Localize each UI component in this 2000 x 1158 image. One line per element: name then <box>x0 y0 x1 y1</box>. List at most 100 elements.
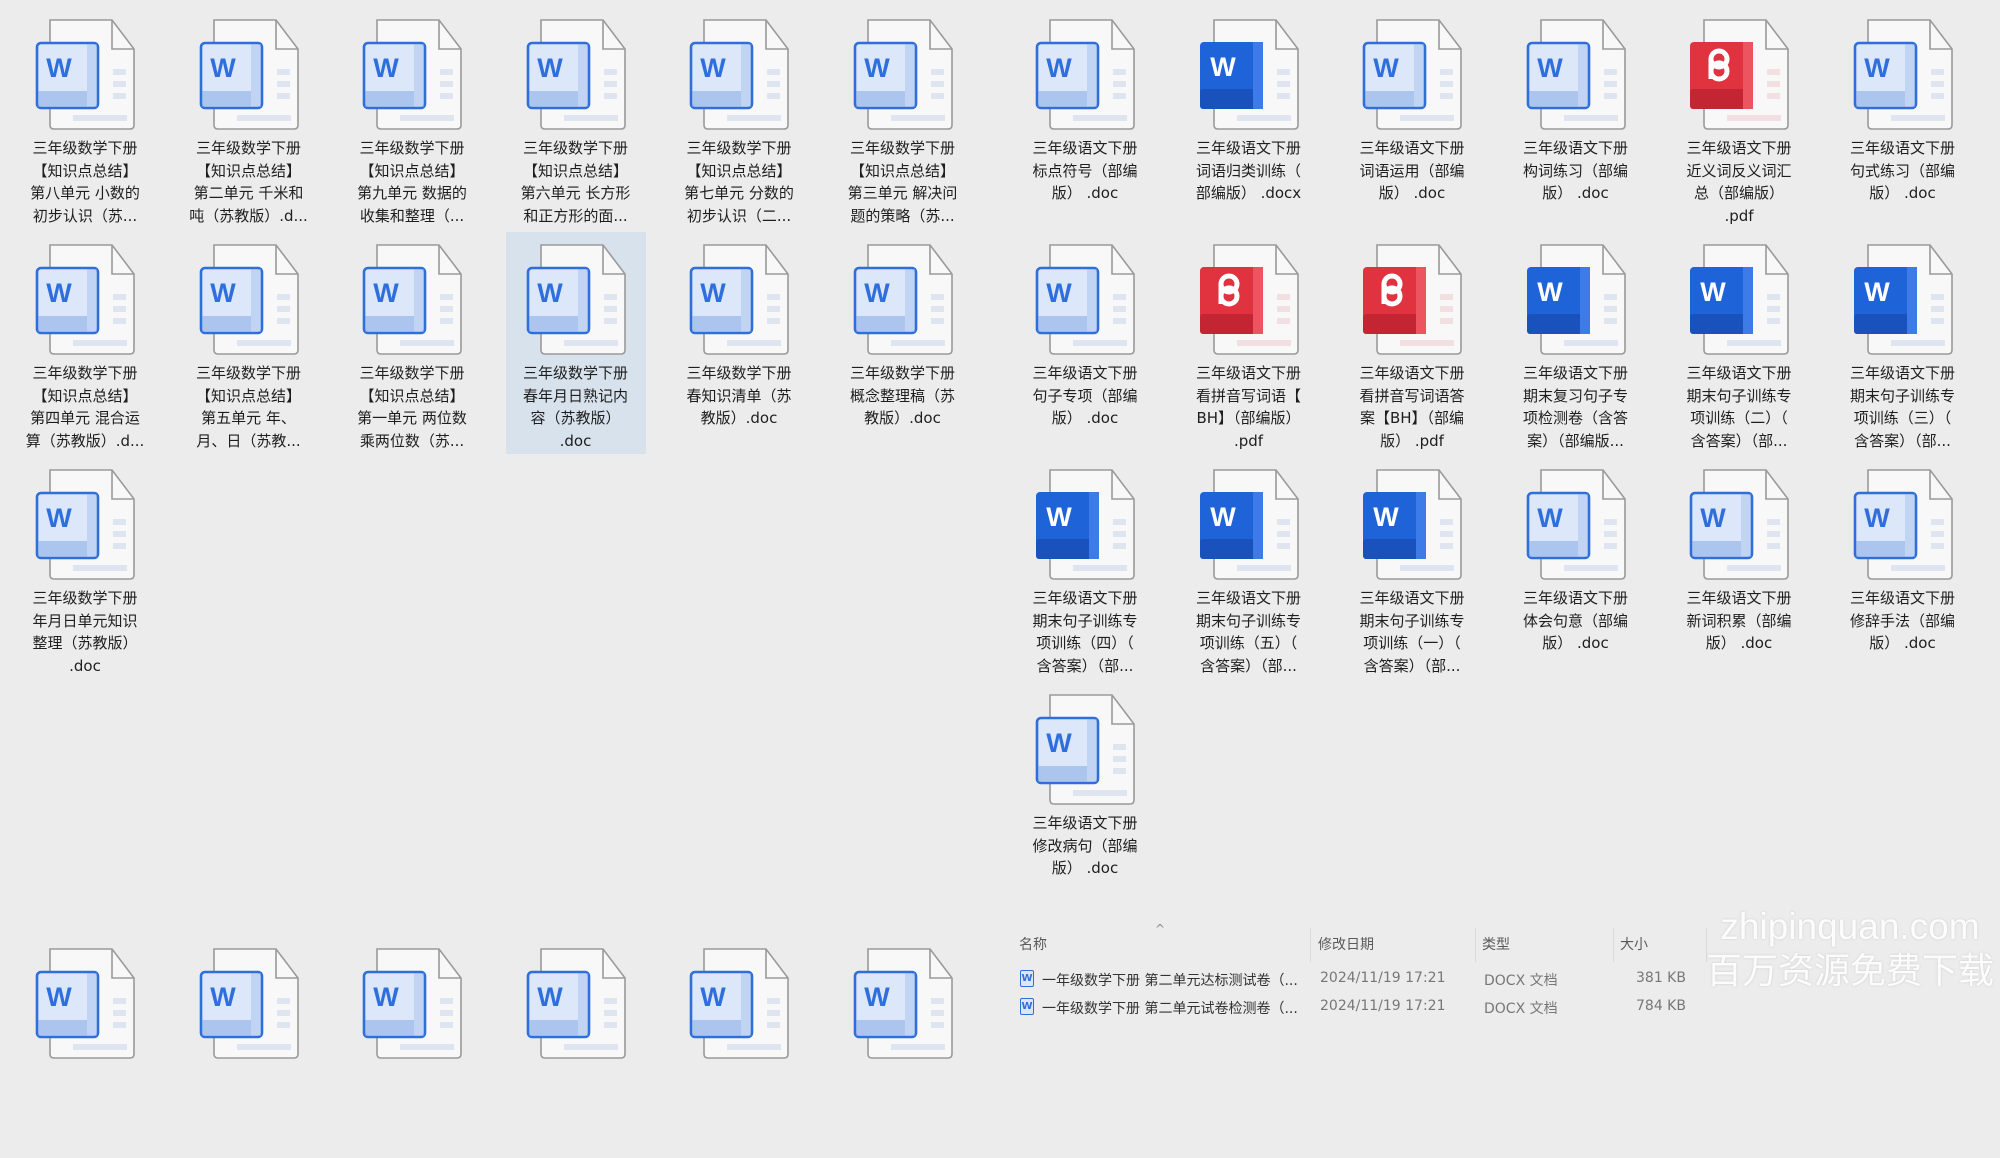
file-item[interactable]: W 三年级数学下册 【知识点总结】 第七单元 分数的 初步认识（二... <box>669 7 809 229</box>
file-item[interactable]: W 三年级数学下册 【知识点总结】 第六单元 长方形 和正方形的面... <box>506 7 646 229</box>
file-name: 三年级语文下册 句子专项（部编 版） .doc <box>1015 362 1155 430</box>
file-item[interactable]: W 三年级数学下册 【知识点总结】 第二单元 千米和 吨（苏教版）.d... <box>179 7 319 229</box>
svg-text:W: W <box>210 982 236 1012</box>
file-item[interactable]: W 三年级语文下册 期末句子训练专 项训练（四）（ 含答案）（部... <box>1015 457 1155 679</box>
file-name-line: 版） .doc <box>1051 859 1119 877</box>
details-row[interactable]: W 一年级数学下册 第二单元达标测试卷（... 2024/11/19 17:21 DO… <box>1008 966 1708 992</box>
file-item[interactable]: W 三年级数学下册 【知识点总结】 第四单元 混合运 算（苏教版）.d... <box>15 232 155 454</box>
file-name-line: 三年级数学下册 <box>686 139 792 157</box>
file-item[interactable]: W 三年级数学下册 【知识点总结】 第八单元 小数的 初步认识（苏... <box>15 7 155 229</box>
file-name-line: 三年级语文下册 <box>1522 589 1628 607</box>
svg-text:W: W <box>1864 503 1890 533</box>
file-item[interactable]: W <box>15 936 155 1158</box>
file-item[interactable]: W 三年级数学下册 概念整理稿（苏 教版）.doc <box>833 232 973 454</box>
column-header-type[interactable]: 类型 <box>1482 934 1510 954</box>
file-name-line: 第五单元 年、 <box>201 409 296 427</box>
column-header-date[interactable]: 修改日期 <box>1318 934 1374 954</box>
file-name: 三年级数学下册 【知识点总结】 第九单元 数据的 收集和整理（... <box>342 137 482 227</box>
details-row[interactable]: W 一年级数学下册 第二单元试卷检测卷（... 2024/11/19 17:21 DO… <box>1008 994 1708 1020</box>
file-item[interactable]: W 三年级语文下册 新词积累（部编 版） .doc <box>1669 457 1809 679</box>
file-name-line: 【知识点总结】 <box>32 161 138 180</box>
file-name-line: 三年级语文下册 <box>1032 364 1138 382</box>
file-name: 三年级语文下册 看拼音写词语【 BH】（部编版） .pdf <box>1179 362 1319 452</box>
file-item[interactable]: W 三年级语文下册 修辞手法（部编 版） .doc <box>1833 457 1973 679</box>
file-item[interactable]: W 三年级语文下册 期末句子训练专 项训练（二）（ 含答案）（部... <box>1669 232 1809 454</box>
file-item[interactable]: W <box>179 936 319 1158</box>
file-name-line: 教版）.doc <box>864 409 941 427</box>
file-name-line: 版） .doc <box>1051 409 1119 427</box>
file-item[interactable]: W <box>833 936 973 1158</box>
column-header-name[interactable]: 名称 <box>1019 934 1047 954</box>
file-item[interactable]: W 三年级语文下册 期末句子训练专 项训练（一）（ 含答案）（部... <box>1342 457 1482 679</box>
file-item[interactable]: W <box>506 936 646 1158</box>
file-name: 三年级数学下册 【知识点总结】 第八单元 小数的 初步认识（苏... <box>15 137 155 227</box>
file-name-line: 第七单元 分数的 <box>684 184 794 202</box>
file-name: 三年级数学下册 年月日单元知识 整理（苏教版） .doc <box>15 587 155 677</box>
column-header-size[interactable]: 大小 <box>1620 934 1648 954</box>
column-divider[interactable] <box>1475 928 1476 962</box>
file-name-line: 部编版） .docx <box>1195 184 1302 202</box>
file-name: 三年级数学下册 【知识点总结】 第五单元 年、 月、日（苏教... <box>179 362 319 452</box>
svg-text:W: W <box>373 278 399 308</box>
file-item[interactable]: W 三年级语文下册 修改病句（部编 版） .doc <box>1015 682 1155 904</box>
file-item[interactable]: W <box>342 936 482 1158</box>
file-item[interactable]: W 三年级数学下册 【知识点总结】 第三单元 解决问 题的策略（苏... <box>833 7 973 229</box>
svg-text:W: W <box>1046 502 1072 532</box>
file-item[interactable]: W 三年级语文下册 体会句意（部编 版） .doc <box>1506 457 1646 679</box>
file-item[interactable]: W 三年级语文下册 句子专项（部编 版） .doc <box>1015 232 1155 454</box>
file-name: 三年级数学下册 概念整理稿（苏 教版）.doc <box>833 362 973 430</box>
file-name-line: 年月日单元知识 <box>32 611 138 630</box>
svg-text:W: W <box>864 278 890 308</box>
file-item[interactable]: 三年级语文下册 看拼音写词语答 案【BH】（部编 版） .pdf <box>1342 232 1482 454</box>
svg-text:W: W <box>373 53 399 83</box>
file-item[interactable]: W 三年级语文下册 期末句子训练专 项训练（三）（ 含答案）（部... <box>1833 232 1973 454</box>
file-item[interactable]: W 三年级语文下册 期末复习句子专 项检测卷（含答 案）（部编版... <box>1506 232 1646 454</box>
file-name: 三年级数学下册 【知识点总结】 第二单元 千米和 吨（苏教版）.d... <box>179 137 319 227</box>
file-item[interactable]: W 三年级数学下册 春知识清单（苏 教版）.doc <box>669 232 809 454</box>
file-name-line: 三年级语文下册 <box>1195 589 1301 607</box>
file-item[interactable]: W 三年级语文下册 句式练习（部编 版） .doc <box>1833 7 1973 229</box>
svg-text:W: W <box>1864 277 1890 307</box>
svg-text:W: W <box>1210 502 1236 532</box>
file-item[interactable]: W 三年级语文下册 词语归类训练（ 部编版） .docx <box>1179 7 1319 229</box>
word-file-icon: W <box>1020 970 1034 987</box>
file-name: 三年级数学下册 【知识点总结】 第四单元 混合运 算（苏教版）.d... <box>15 362 155 452</box>
file-item[interactable]: W 三年级数学下册 【知识点总结】 第五单元 年、 月、日（苏教... <box>179 232 319 454</box>
file-name-line: 三年级语文下册 <box>1686 589 1792 607</box>
svg-text:W: W <box>1537 53 1563 83</box>
file-name-line: 概念整理稿（苏 <box>849 386 955 405</box>
row-size: 784 KB <box>1636 998 1686 1014</box>
file-name-line: 三年级语文下册 <box>1849 589 1955 607</box>
file-name-line: 期末句子训练专 <box>1195 611 1301 630</box>
svg-text:W: W <box>1210 52 1236 82</box>
file-item[interactable]: W <box>669 936 809 1158</box>
file-item[interactable]: W 三年级语文下册 构词练习（部编 版） .doc <box>1506 7 1646 229</box>
file-name: 三年级语文下册 修改病句（部编 版） .doc <box>1015 812 1155 880</box>
file-name-line: 句子专项（部编 <box>1032 386 1138 405</box>
file-name-line: 乘两位数（苏... <box>359 431 465 450</box>
column-divider[interactable] <box>1310 928 1311 962</box>
file-name-line: 修改病句（部编 <box>1032 836 1138 855</box>
file-item[interactable]: W 三年级数学下册 【知识点总结】 第一单元 两位数 乘两位数（苏... <box>342 232 482 454</box>
file-item[interactable]: W 三年级数学下册 春年月日熟记内 容（苏教版） .doc <box>505 232 646 454</box>
file-name-line: .pdf <box>1233 431 1264 450</box>
file-item[interactable]: W 三年级数学下册 年月日单元知识 整理（苏教版） .doc <box>15 457 155 679</box>
svg-text:W: W <box>537 278 563 308</box>
file-name-line: 项训练（四）（ <box>1036 634 1134 652</box>
file-item[interactable]: W 三年级数学下册 【知识点总结】 第九单元 数据的 收集和整理（... <box>342 7 482 229</box>
file-name-line: 三年级数学下册 <box>195 364 301 382</box>
file-item[interactable]: W 三年级语文下册 词语运用（部编 版） .doc <box>1342 7 1482 229</box>
file-item[interactable]: W 三年级语文下册 期末句子训练专 项训练（五）（ 含答案）（部... <box>1179 457 1319 679</box>
svg-text:W: W <box>537 53 563 83</box>
column-divider[interactable] <box>1613 928 1614 962</box>
file-item[interactable]: 三年级语文下册 近义词反义词汇 总（部编版） .pdf <box>1669 7 1809 229</box>
file-name-line: 算（苏教版）.d... <box>25 431 145 450</box>
file-name-line: 吨（苏教版）.d... <box>189 206 308 225</box>
svg-text:W: W <box>864 982 890 1012</box>
file-name-line: 【知识点总结】 <box>32 386 138 405</box>
file-name: 三年级数学下册 【知识点总结】 第七单元 分数的 初步认识（二... <box>669 137 809 227</box>
file-name-line: 总（部编版） <box>1693 184 1784 202</box>
file-item[interactable]: W 三年级语文下册 标点符号（部编 版） .doc <box>1015 7 1155 229</box>
file-item[interactable]: 三年级语文下册 看拼音写词语【 BH】（部编版） .pdf <box>1179 232 1319 454</box>
file-name: 三年级语文下册 标点符号（部编 版） .doc <box>1015 137 1155 205</box>
